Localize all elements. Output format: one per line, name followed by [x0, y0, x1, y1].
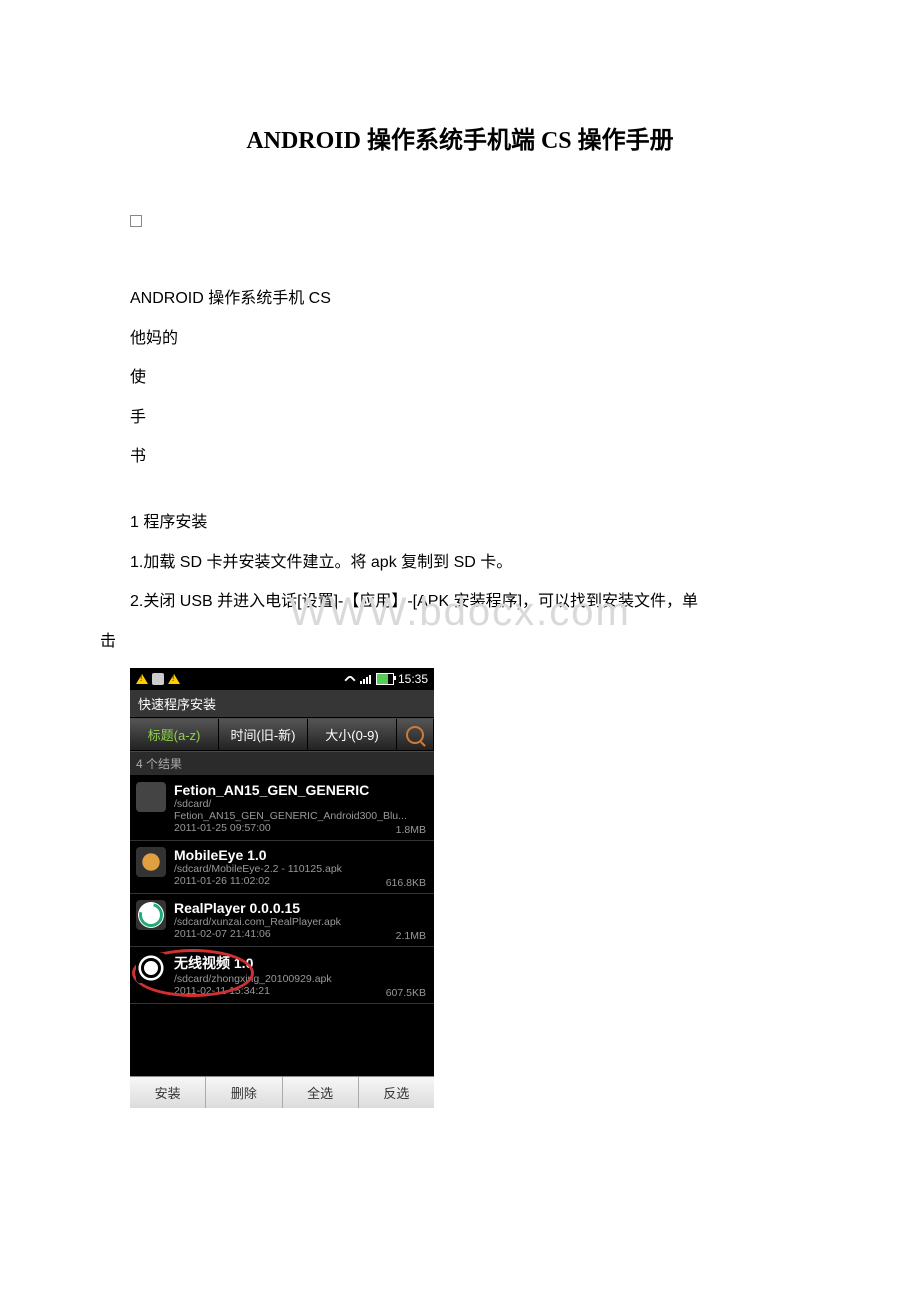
- warning-icon: [136, 674, 148, 684]
- battery-icon: [376, 673, 394, 685]
- delete-button[interactable]: 删除: [206, 1077, 282, 1108]
- sort-tabs: 标题(a-z) 时间(旧-新) 大小(0-9): [130, 718, 434, 751]
- tab-time[interactable]: 时间(旧-新): [219, 719, 308, 750]
- app-path: Fetion_AN15_GEN_GENERIC_Android300_Blu..…: [174, 810, 428, 822]
- apk-list[interactable]: Fetion_AN15_GEN_GENERIC /sdcard/ Fetion_…: [130, 776, 434, 1076]
- warning-icon: [168, 674, 180, 684]
- app-size: 1.8MB: [396, 824, 426, 836]
- phone-screenshot: 15:35 快速程序安装 标题(a-z) 时间(旧-新) 大小(0-9) 4 个…: [130, 668, 434, 1108]
- app-icon: [136, 900, 166, 930]
- invert-select-button[interactable]: 反选: [359, 1077, 434, 1108]
- list-empty-space: [130, 1004, 434, 1064]
- body-line: 使: [100, 365, 820, 391]
- placeholder-box: [130, 215, 142, 227]
- body-line: 2.关闭 USB 并进入电话[设置]-【应用】-[APK 安装程序]，可以找到安…: [100, 589, 820, 615]
- tab-title-az[interactable]: 标题(a-z): [130, 719, 219, 750]
- list-item[interactable]: MobileEye 1.0 /sdcard/MobileEye-2.2 - 11…: [130, 841, 434, 894]
- usb-icon: [152, 673, 164, 685]
- app-title: MobileEye 1.0: [174, 847, 428, 863]
- body-line: 他妈的: [100, 326, 820, 352]
- select-all-button[interactable]: 全选: [283, 1077, 359, 1108]
- app-icon: [136, 847, 166, 877]
- bottom-toolbar: 安装 删除 全选 反选: [130, 1076, 434, 1108]
- app-icon: [136, 782, 166, 812]
- body-line: 书: [100, 444, 820, 470]
- list-item[interactable]: RealPlayer 0.0.0.15 /sdcard/xunzai.com_R…: [130, 894, 434, 947]
- app-path: /sdcard/xunzai.com_RealPlayer.apk: [174, 916, 428, 928]
- app-path: /sdcard/MobileEye-2.2 - 110125.apk: [174, 863, 428, 875]
- result-count: 4 个结果: [130, 751, 434, 776]
- tab-size[interactable]: 大小(0-9): [308, 719, 397, 750]
- app-size: 2.1MB: [396, 930, 426, 942]
- signal-icon: [360, 674, 372, 684]
- install-button[interactable]: 安装: [130, 1077, 206, 1108]
- document-page: ANDROID 操作系统手机端 CS 操作手册 ANDROID 操作系统手机 C…: [0, 0, 920, 1148]
- body-line: 击: [100, 629, 820, 655]
- section-heading: 1 程序安装: [100, 510, 820, 536]
- page-title: ANDROID 操作系统手机端 CS 操作手册: [100, 120, 820, 155]
- wifi-icon: [344, 674, 356, 684]
- status-bar: 15:35: [130, 668, 434, 690]
- body-line: 1.加载 SD 卡并安装文件建立。将 apk 复制到 SD 卡。: [100, 550, 820, 576]
- app-icon: [136, 953, 166, 983]
- body-line: 手: [100, 405, 820, 431]
- search-button[interactable]: [397, 719, 434, 750]
- body-line: ANDROID 操作系统手机 CS: [100, 286, 820, 312]
- app-path: /sdcard/: [174, 798, 428, 810]
- list-item[interactable]: Fetion_AN15_GEN_GENERIC /sdcard/ Fetion_…: [130, 776, 434, 841]
- app-title: RealPlayer 0.0.0.15: [174, 900, 428, 916]
- app-title: 无线视频 1.0: [174, 953, 428, 973]
- app-path: /sdcard/zhongxing_20100929.apk: [174, 973, 428, 985]
- search-icon: [406, 726, 424, 744]
- app-size: 616.8KB: [386, 877, 426, 889]
- app-title: Fetion_AN15_GEN_GENERIC: [174, 782, 428, 798]
- window-title: 快速程序安装: [130, 690, 434, 718]
- app-size: 607.5KB: [386, 987, 426, 999]
- list-item[interactable]: 无线视频 1.0 /sdcard/zhongxing_20100929.apk …: [130, 947, 434, 1004]
- app-date: 2011-02-07 21:41:06: [174, 928, 428, 940]
- app-date: 2011-01-25 09:57:00: [174, 822, 428, 834]
- status-time: 15:35: [398, 672, 428, 686]
